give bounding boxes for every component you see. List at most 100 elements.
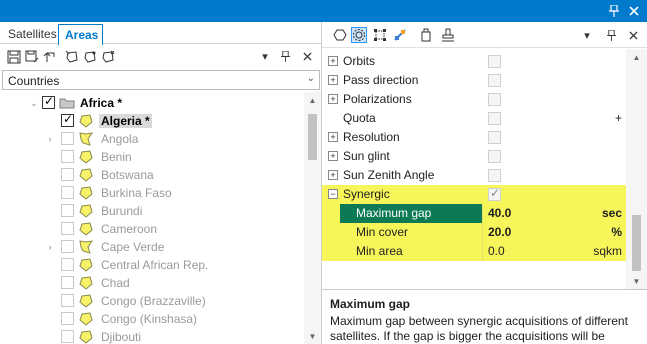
tree-label: Algeria *	[99, 114, 152, 128]
property-checkbox[interactable]	[488, 112, 501, 125]
collapse-icon[interactable]: ⌄	[28, 97, 40, 109]
property-checkbox[interactable]	[488, 150, 501, 163]
tree-item[interactable]: Central African Rep.	[0, 256, 304, 274]
expand-icon[interactable]: +	[328, 94, 338, 104]
property-row-pass-direction[interactable]: + Pass direction	[322, 71, 626, 90]
tree-item[interactable]: Botswana	[0, 166, 304, 184]
checkbox[interactable]	[61, 132, 74, 145]
checkbox[interactable]	[61, 258, 74, 271]
tab-satellites[interactable]: Satellites	[2, 24, 61, 44]
tab-areas[interactable]: Areas	[58, 24, 104, 45]
tree-item[interactable]: Congo (Kinshasa)	[0, 310, 304, 328]
property-row-sun-glint[interactable]: + Sun glint	[322, 147, 626, 166]
property-row-resolution[interactable]: + Resolution	[322, 128, 626, 147]
close-icon[interactable]	[626, 28, 640, 42]
property-row-sun-zenith-angle[interactable]: + Sun Zenith Angle	[322, 166, 626, 185]
expand-icon[interactable]: +	[328, 170, 338, 180]
collapse-icon[interactable]: −	[328, 189, 338, 199]
checkbox[interactable]	[61, 112, 74, 127]
scroll-up-icon[interactable]: ▲	[304, 92, 321, 108]
checkbox[interactable]	[61, 150, 74, 163]
close-icon[interactable]	[300, 49, 314, 63]
polygon-icon[interactable]	[332, 27, 348, 43]
add-area-icon[interactable]	[64, 49, 80, 65]
nodes-icon[interactable]	[372, 27, 388, 43]
import-area-icon[interactable]	[100, 49, 116, 65]
property-name: Synergic	[343, 187, 390, 201]
satellite-icon[interactable]	[392, 27, 408, 43]
property-checkbox[interactable]	[488, 169, 501, 182]
checkbox[interactable]	[61, 294, 74, 307]
chevron-down-icon[interactable]: ▾	[258, 49, 272, 63]
bottle-icon[interactable]	[418, 27, 434, 43]
chevron-right-icon[interactable]: ›	[44, 241, 56, 253]
close-icon[interactable]	[625, 2, 643, 20]
property-add[interactable]: +	[615, 111, 622, 125]
scrollbar-thumb[interactable]	[632, 215, 641, 271]
pin-icon[interactable]	[604, 28, 618, 42]
pin-icon[interactable]	[278, 49, 292, 63]
tree-label: Congo (Brazzaville)	[101, 294, 206, 308]
chevron-down-icon: ⌄	[306, 73, 315, 84]
area-category-value: Countries	[8, 74, 60, 88]
chevron-right-icon[interactable]: ›	[44, 133, 56, 145]
checkbox[interactable]	[61, 240, 74, 253]
property-checkbox[interactable]	[488, 93, 501, 106]
checkbox[interactable]	[61, 312, 74, 325]
undo-icon[interactable]	[42, 49, 58, 65]
checkbox[interactable]	[61, 276, 74, 289]
scroll-up-icon[interactable]: ▲	[626, 49, 647, 65]
tree-item[interactable]: Benin	[0, 148, 304, 166]
checkbox[interactable]	[61, 204, 74, 217]
property-checkbox[interactable]	[488, 74, 501, 87]
scrollbar-thumb[interactable]	[308, 114, 317, 160]
property-checkbox[interactable]	[488, 131, 501, 144]
property-value[interactable]: 20.0	[488, 225, 511, 239]
tree-item[interactable]: › Cape Verde	[0, 238, 304, 256]
property-row-orbits[interactable]: + Orbits	[322, 52, 626, 71]
property-row-synergic[interactable]: − Synergic	[322, 185, 626, 204]
tree-item[interactable]: Cameroon	[0, 220, 304, 238]
tree-item[interactable]: Algeria *	[0, 112, 304, 130]
property-row-min-cover[interactable]: Min cover 20.0 %	[322, 223, 626, 242]
tree-root-africa[interactable]: ⌄ Africa *	[0, 94, 304, 112]
chevron-down-icon[interactable]: ▾	[580, 28, 594, 42]
tree-item[interactable]: Djibouti	[0, 328, 304, 344]
save-icon[interactable]	[6, 49, 22, 65]
scroll-down-icon[interactable]: ▼	[626, 273, 647, 289]
area-category-select[interactable]: Countries ⌄	[2, 70, 320, 90]
pin-icon[interactable]	[605, 2, 623, 20]
property-value[interactable]: 0.0	[488, 244, 505, 258]
property-name: Sun Zenith Angle	[343, 168, 435, 182]
expand-icon[interactable]: +	[328, 132, 338, 142]
property-scrollbar[interactable]: ▲ ▼	[626, 49, 647, 289]
property-row-polarizations[interactable]: + Polarizations	[322, 90, 626, 109]
expand-icon[interactable]: +	[328, 75, 338, 85]
settings-icon[interactable]	[351, 27, 367, 43]
checkbox[interactable]	[61, 168, 74, 181]
tree-scrollbar[interactable]: ▲ ▼	[304, 92, 321, 344]
checkbox[interactable]	[61, 186, 74, 199]
scroll-down-icon[interactable]: ▼	[304, 328, 321, 344]
property-row-quota[interactable]: Quota +	[322, 109, 626, 128]
checkbox[interactable]	[61, 330, 74, 343]
property-row-min-area[interactable]: Min area 0.0 sqkm	[322, 242, 626, 261]
checkbox-africa[interactable]	[42, 94, 55, 109]
property-checkbox[interactable]	[488, 186, 501, 201]
edit-area-icon[interactable]	[82, 49, 98, 65]
tree-item[interactable]: Burundi	[0, 202, 304, 220]
property-row-maximum-gap[interactable]: Maximum gap 40.0 sec	[322, 204, 626, 223]
tree-item[interactable]: Congo (Brazzaville)	[0, 292, 304, 310]
tree-item[interactable]: Chad	[0, 274, 304, 292]
stamp-icon[interactable]	[440, 27, 456, 43]
tree-item[interactable]: › Angola	[0, 130, 304, 148]
expand-icon[interactable]: +	[328, 56, 338, 66]
checkbox[interactable]	[61, 222, 74, 235]
polygon-area-icon	[78, 257, 94, 273]
property-checkbox[interactable]	[488, 55, 501, 68]
tree-item[interactable]: Burkina Faso	[0, 184, 304, 202]
polygon-area-icon	[78, 293, 94, 309]
expand-icon[interactable]: +	[328, 151, 338, 161]
save-as-icon[interactable]	[24, 49, 40, 65]
property-value[interactable]: 40.0	[488, 206, 511, 220]
